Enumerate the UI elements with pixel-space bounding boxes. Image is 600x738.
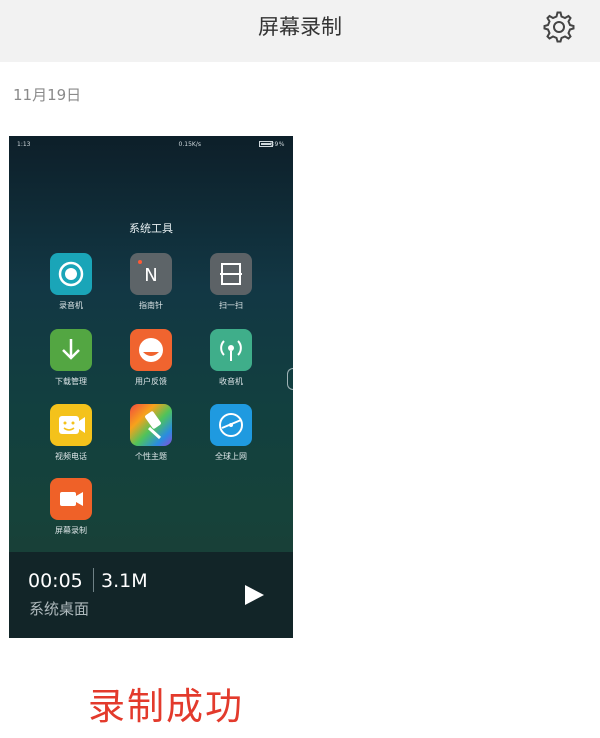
global-net-icon — [210, 404, 252, 446]
download-icon — [50, 329, 92, 371]
recorder-icon — [50, 253, 92, 295]
app-feedback: 用户反馈 — [121, 329, 181, 393]
app-label: 录音机 — [59, 301, 83, 310]
app-video-call: 视频电话 — [41, 404, 101, 468]
folder-title: 系统工具 — [129, 222, 173, 235]
recording-source: 系统桌面 — [29, 600, 90, 618]
app-label: 个性主题 — [135, 452, 167, 461]
gear-icon[interactable] — [542, 10, 576, 44]
date-label: 11月19日 — [13, 86, 82, 104]
app-download-manager: 下载管理 — [41, 329, 101, 393]
divider — [93, 568, 94, 592]
edge-handle — [287, 368, 293, 390]
feedback-icon — [130, 329, 172, 371]
compass-icon: N — [130, 253, 172, 295]
app-radio: 收音机 — [201, 329, 261, 393]
app-label: 视频电话 — [55, 452, 87, 461]
scan-icon — [210, 253, 252, 295]
page-title: 屏幕录制 — [258, 15, 342, 39]
status-network-speed: 0.15K/s — [178, 141, 201, 148]
status-message: 录制成功 — [88, 685, 244, 728]
app-label: 指南针 — [139, 301, 163, 310]
app-compass: N 指南针 — [121, 253, 181, 317]
screen-record-icon — [50, 478, 92, 520]
app-global-net: 全球上网 — [201, 404, 261, 468]
recording-thumbnail[interactable]: 1:13 0.15K/s 89% 系统工具 录音机 N 指南针 扫一扫 下载管理… — [9, 136, 293, 638]
thumbnail-status-bar: 1:13 0.15K/s 89% — [9, 136, 293, 152]
app-theme: 个性主题 — [121, 404, 181, 468]
app-label: 下载管理 — [55, 377, 87, 386]
status-time: 1:13 — [17, 141, 31, 148]
app-label: 全球上网 — [215, 452, 247, 461]
play-icon[interactable] — [242, 583, 266, 607]
recording-duration: 00:05 — [28, 570, 83, 592]
app-label: 扫一扫 — [219, 301, 243, 310]
app-label: 屏幕录制 — [55, 526, 87, 535]
recording-info-panel: 00:05 3.1M 系统桌面 — [9, 552, 293, 638]
app-label: 收音机 — [219, 377, 243, 386]
app-scanner: 扫一扫 — [201, 253, 261, 317]
status-battery: 89% — [270, 141, 285, 148]
video-call-icon — [50, 404, 92, 446]
app-screen-record: 屏幕录制 — [41, 478, 101, 542]
top-bar: 屏幕录制 — [0, 0, 600, 62]
app-label: 用户反馈 — [135, 377, 167, 386]
svg-text:N: N — [144, 265, 157, 286]
theme-icon — [130, 404, 172, 446]
recording-size: 3.1M — [101, 570, 148, 592]
radio-icon — [210, 329, 252, 371]
app-recorder: 录音机 — [41, 253, 101, 317]
